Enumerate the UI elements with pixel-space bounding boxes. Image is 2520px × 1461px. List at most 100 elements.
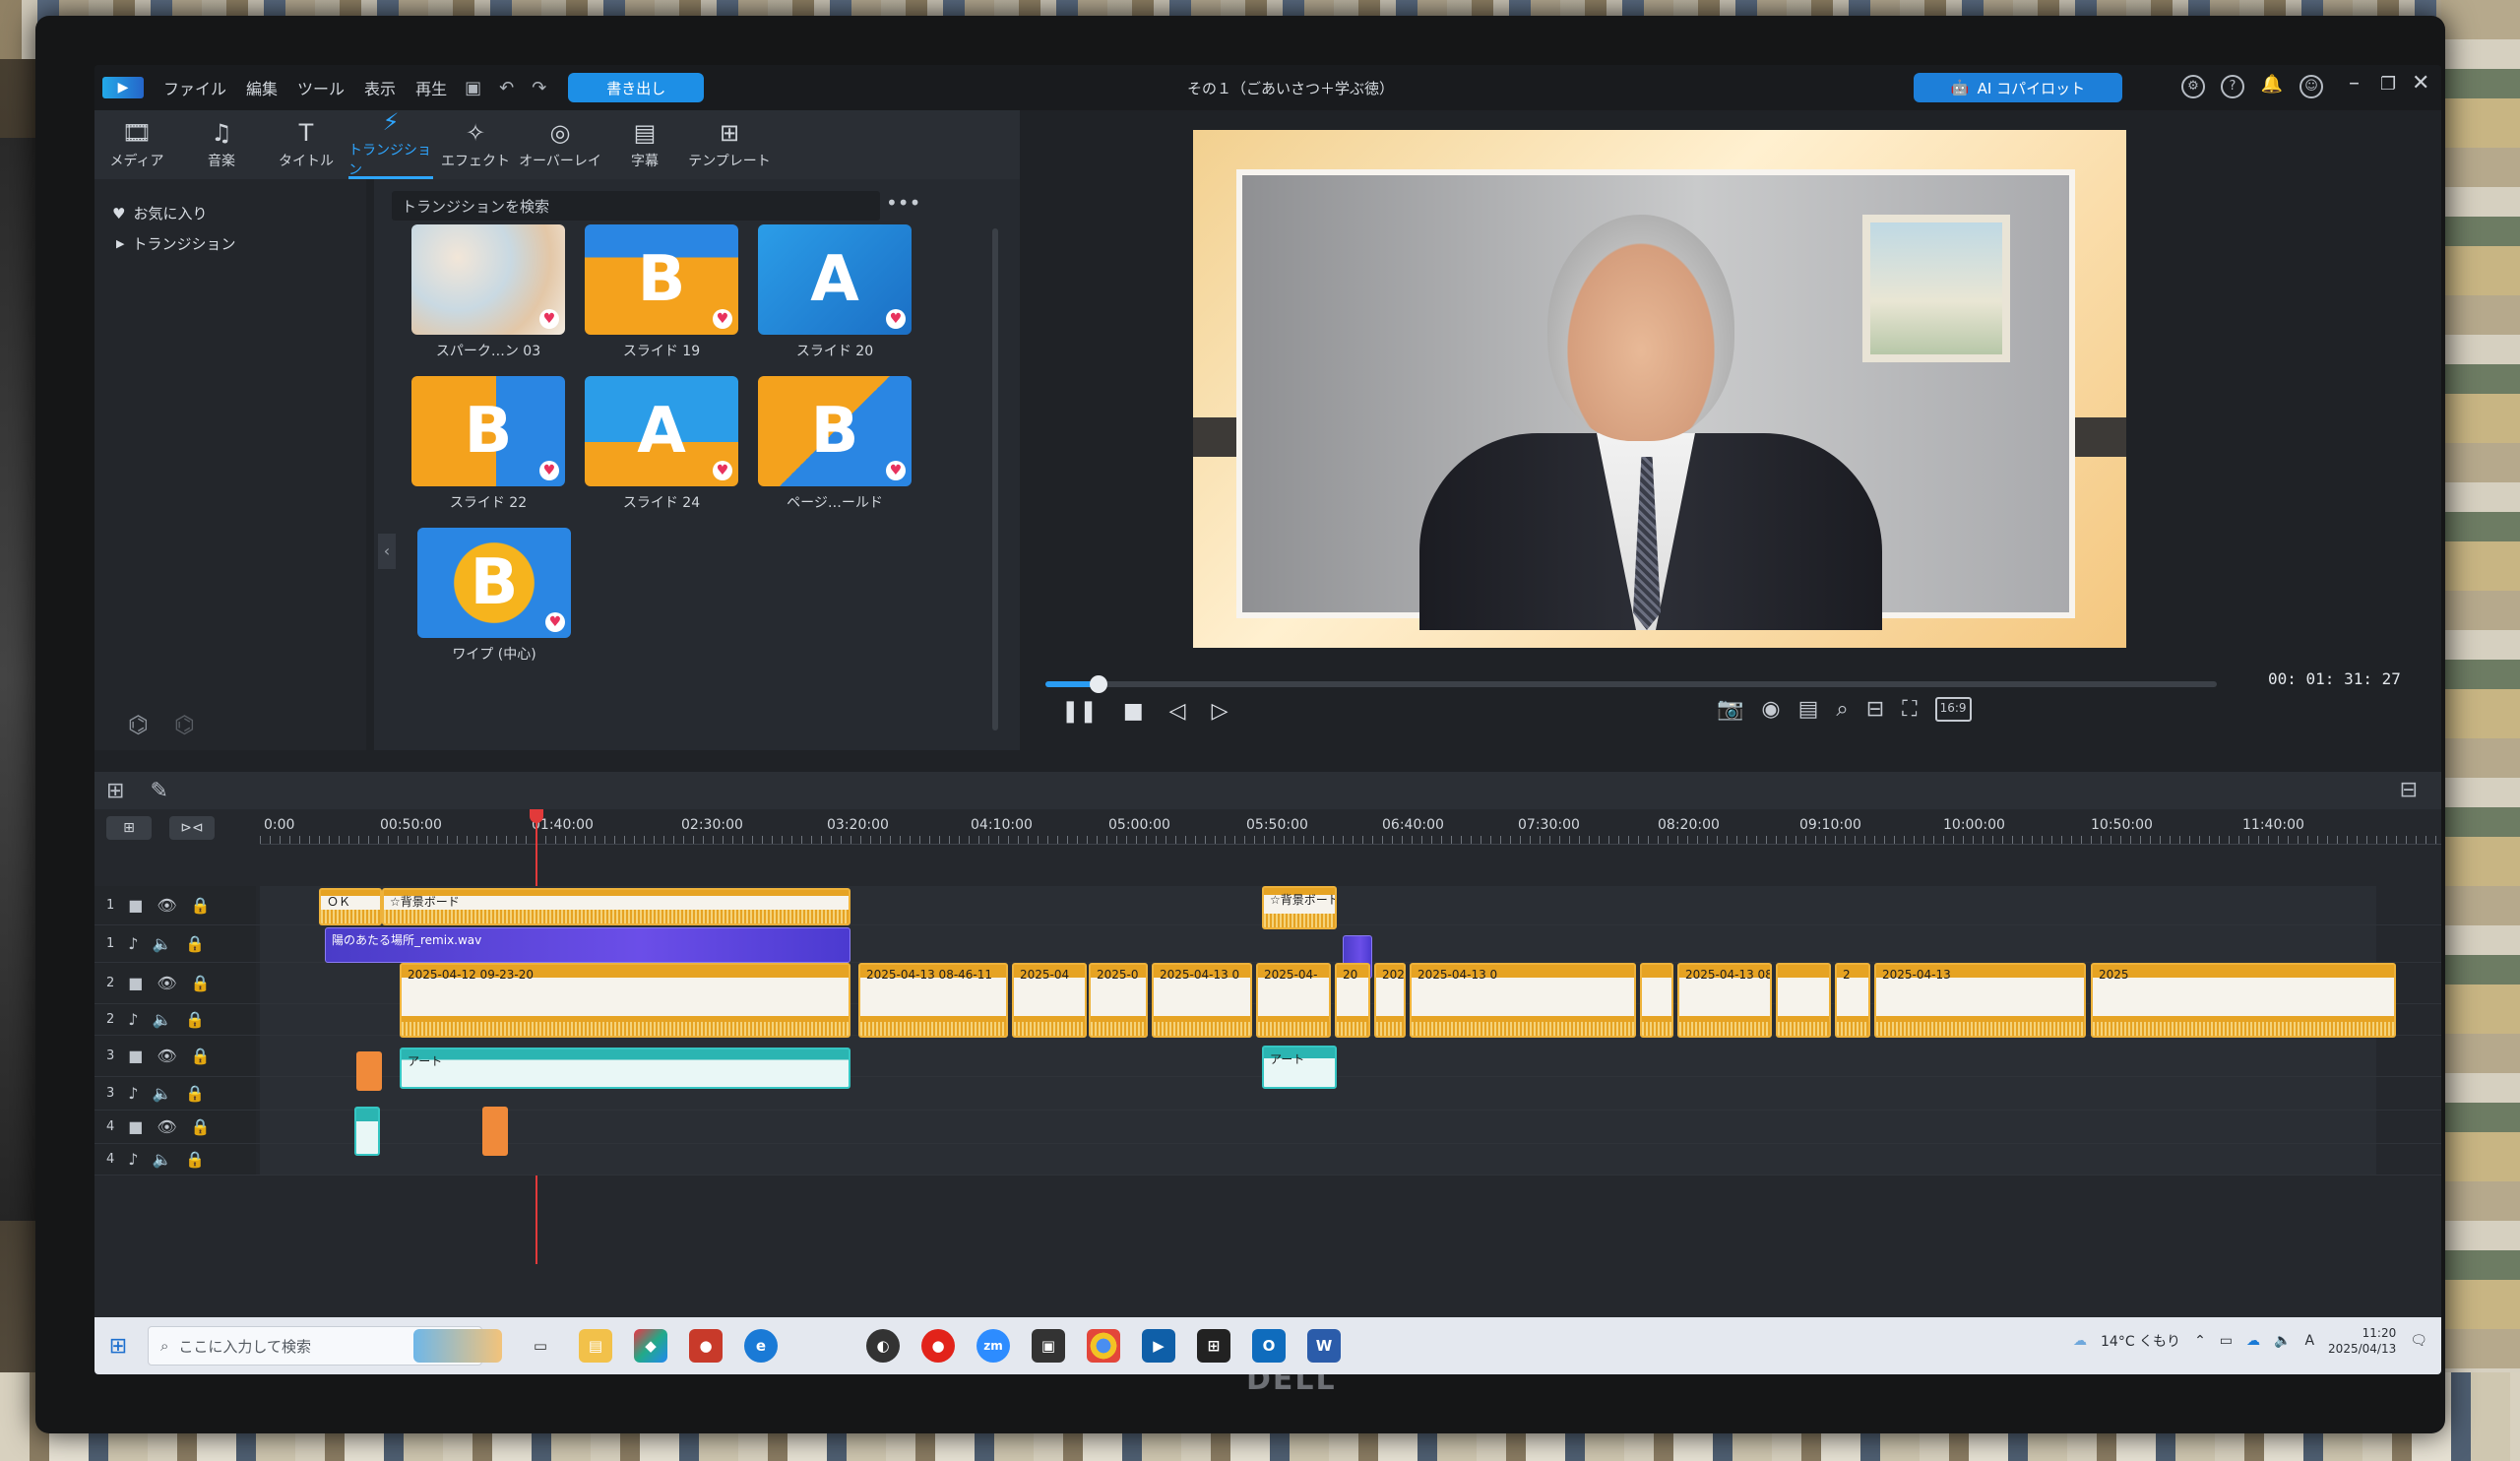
mute-icon[interactable]: 🔈 (153, 1150, 172, 1169)
preview-scrubber[interactable] (1045, 675, 2217, 693)
clip-video-segment[interactable]: 2 (1835, 963, 1870, 1038)
favorite-heart-icon[interactable]: ♥ (545, 612, 565, 632)
menu-view[interactable]: 表示 (364, 76, 396, 99)
redo-icon[interactable]: ↷ (532, 78, 546, 98)
copilot-icon[interactable]: ◆ (634, 1329, 667, 1363)
clip-video-segment[interactable]: 2025-04-13 0 (1410, 963, 1636, 1038)
edge-icon[interactable]: e (744, 1329, 778, 1363)
clip-video-segment[interactable]: 2025 (2091, 963, 2396, 1038)
fit-timeline-icon[interactable]: ⊳⊲ (169, 816, 215, 840)
clip-video-segment[interactable]: 2025-04-13 (1874, 963, 2086, 1038)
clip-art-title[interactable]: アート (400, 1048, 850, 1089)
favorite-heart-icon[interactable]: ♥ (713, 309, 732, 329)
tree-favorites[interactable]: ♥ お気に入り (112, 203, 366, 223)
clip-title-small[interactable] (356, 1051, 382, 1091)
thumb-page-curl[interactable]: B ♥ (758, 376, 912, 486)
layout-icon[interactable]: ⊟ (1866, 697, 1884, 722)
lock-icon[interactable]: 🔒 (191, 896, 211, 915)
record-app-icon[interactable]: ● (921, 1329, 955, 1363)
clip-video-segment[interactable] (1776, 963, 1831, 1038)
clip-video-segment[interactable]: 2025-04 (1012, 963, 1087, 1038)
mute-icon[interactable]: 🔈 (153, 1010, 172, 1029)
menu-edit[interactable]: 編集 (246, 76, 278, 99)
visibility-icon[interactable]: 👁 (157, 974, 176, 992)
tab-subtitle[interactable]: ▤ 字幕 (602, 110, 687, 179)
tab-title[interactable]: T タイトル (264, 110, 348, 179)
clip-art-title-2[interactable]: アート (1262, 1046, 1337, 1089)
scrubber-knob[interactable] (1089, 675, 1107, 693)
tag-remove-icon[interactable]: ⌬ (174, 711, 195, 738)
lock-icon[interactable]: 🔒 (191, 1117, 211, 1136)
weather-text[interactable]: 14°C くもり (2101, 1331, 2180, 1351)
tab-media[interactable]: 🎞 メディア (94, 110, 179, 179)
favorite-heart-icon[interactable]: ♥ (539, 461, 559, 480)
clip-background-board-2[interactable]: ☆背景ボード (1262, 886, 1337, 929)
clip-video-segment[interactable]: 2025-04-13 08-46-11 (858, 963, 1008, 1038)
visibility-icon[interactable]: 👁 (157, 1117, 176, 1136)
pause-icon[interactable]: ❚❚ (1061, 699, 1098, 724)
tag-add-icon[interactable]: ⌬ (128, 711, 149, 738)
collapse-arrow-icon[interactable]: ‹ (378, 534, 396, 569)
visibility-icon[interactable]: 👁 (157, 1047, 176, 1065)
clip-ok[interactable]: ＯＫ (319, 888, 382, 925)
app-dark-icon[interactable]: ◐ (866, 1329, 900, 1363)
save-icon[interactable]: ▣ (465, 78, 481, 98)
visibility-icon[interactable]: 👁 (157, 896, 176, 915)
stop-icon[interactable]: ■ (1123, 699, 1144, 724)
time-ruler[interactable]: 0:00 00:50:00 01:40:00 02:30:00 03:20:00 04:1… (260, 811, 2441, 845)
lock-icon[interactable]: 🔒 (185, 1084, 205, 1103)
prev-frame-icon[interactable]: ◁ (1169, 699, 1186, 724)
explorer-icon[interactable]: ▤ (579, 1329, 612, 1363)
thumb-slide22[interactable]: B ♥ (411, 376, 565, 486)
track-lane[interactable] (260, 1111, 2376, 1143)
close-icon[interactable]: ✕ (2412, 71, 2429, 95)
app-grid-icon[interactable]: ⊞ (1197, 1329, 1230, 1363)
help-icon[interactable]: ? (2221, 75, 2244, 98)
powerdirector-icon[interactable]: ▶ (1142, 1329, 1175, 1363)
thumb-sparkle[interactable]: ♥ (411, 224, 565, 335)
aspect-ratio-badge[interactable]: 16:9 (1934, 697, 1972, 722)
favorite-heart-icon[interactable]: ♥ (539, 309, 559, 329)
library-scrollbar[interactable] (992, 228, 998, 730)
chrome-icon[interactable] (1087, 1329, 1120, 1363)
track-manager-icon[interactable]: ⊞ (106, 816, 152, 840)
ai-copilot-button[interactable]: 🤖 AI コパイロット (1914, 73, 2122, 102)
clip-music[interactable]: 陽のあたる場所_remix.wav (325, 927, 850, 963)
clip-video-segment[interactable] (1640, 963, 1673, 1038)
menu-file[interactable]: ファイル (163, 76, 226, 99)
notification-icon[interactable]: 🗨 (2410, 1333, 2427, 1349)
tab-overlay[interactable]: ◎ オーバーレイ (518, 110, 602, 179)
storyboard-icon[interactable]: ⊞ (106, 779, 124, 803)
ime-indicator[interactable]: A (2304, 1333, 2314, 1349)
pen-icon[interactable]: ✎ (150, 779, 167, 803)
timeline-settings-icon[interactable]: ⊟ (2400, 778, 2418, 802)
mute-icon[interactable]: 🔈 (153, 934, 172, 953)
tray-expand-icon[interactable]: ⌃ (2194, 1333, 2206, 1349)
tab-effect[interactable]: ✧ エフェクト (433, 110, 518, 179)
lock-icon[interactable]: 🔒 (185, 1150, 205, 1169)
record-icon[interactable]: ◉ (1761, 697, 1780, 722)
thumb-slide19[interactable]: B ♥ (585, 224, 738, 335)
onedrive-icon[interactable]: ☁ (2246, 1333, 2260, 1349)
zoom-icon[interactable]: ⌕ (1836, 697, 1848, 722)
clip-video-segment[interactable]: 2025-0 (1089, 963, 1148, 1038)
favorite-heart-icon[interactable]: ♥ (713, 461, 732, 480)
lock-icon[interactable]: 🔒 (191, 1047, 211, 1065)
thumb-wipe-center[interactable]: B ♥ (417, 528, 571, 638)
minimize-icon[interactable]: – (2349, 71, 2360, 95)
undo-icon[interactable]: ↶ (499, 78, 514, 98)
word-icon[interactable]: W (1307, 1329, 1341, 1363)
favorite-heart-icon[interactable]: ♥ (886, 461, 906, 480)
lock-icon[interactable]: 🔒 (185, 934, 205, 953)
clip-video-segment[interactable]: 2025-04-13 08-46-11 (1374, 963, 1406, 1038)
next-frame-icon[interactable]: ▷ (1212, 699, 1228, 724)
subtitle-toggle-icon[interactable]: ▤ (1798, 697, 1819, 722)
clip-t4-a[interactable] (354, 1107, 380, 1156)
bell-icon[interactable]: 🔔 (2260, 75, 2284, 98)
video-frame[interactable] (1193, 130, 2126, 648)
menu-play[interactable]: 再生 (415, 76, 447, 99)
volume-icon[interactable]: 🔈 (2274, 1333, 2291, 1349)
clip-video-segment[interactable]: 2025-04-13 08-46-11 (1677, 963, 1772, 1038)
outlook-icon[interactable]: O (1252, 1329, 1286, 1363)
settings-icon[interactable]: ⚙ (2181, 75, 2205, 98)
